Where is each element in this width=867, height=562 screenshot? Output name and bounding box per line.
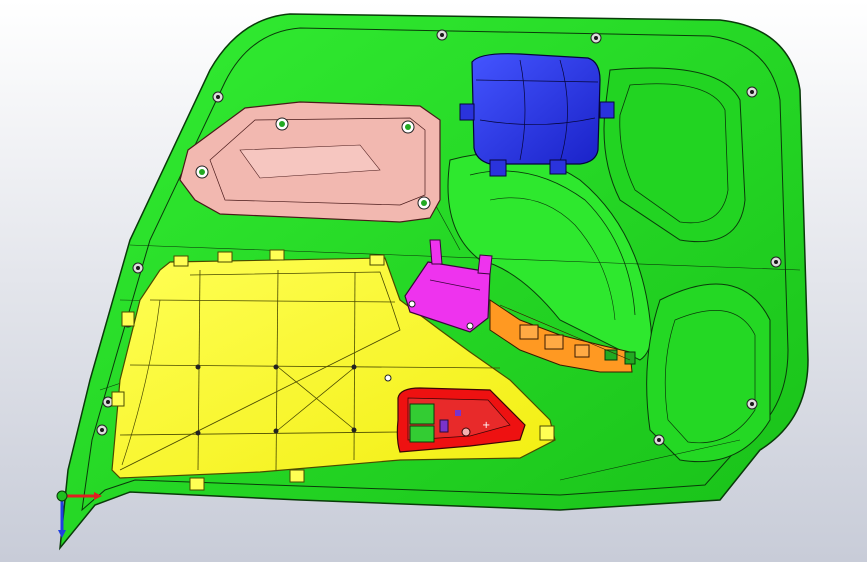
speaker-housing[interactable] (459, 53, 615, 177)
cad-graphics-viewport[interactable]: + (0, 0, 867, 562)
svg-text:+: + (482, 420, 490, 431)
coordinate-triad-icon (56, 490, 102, 538)
door-panel-model[interactable]: + (0, 0, 867, 562)
